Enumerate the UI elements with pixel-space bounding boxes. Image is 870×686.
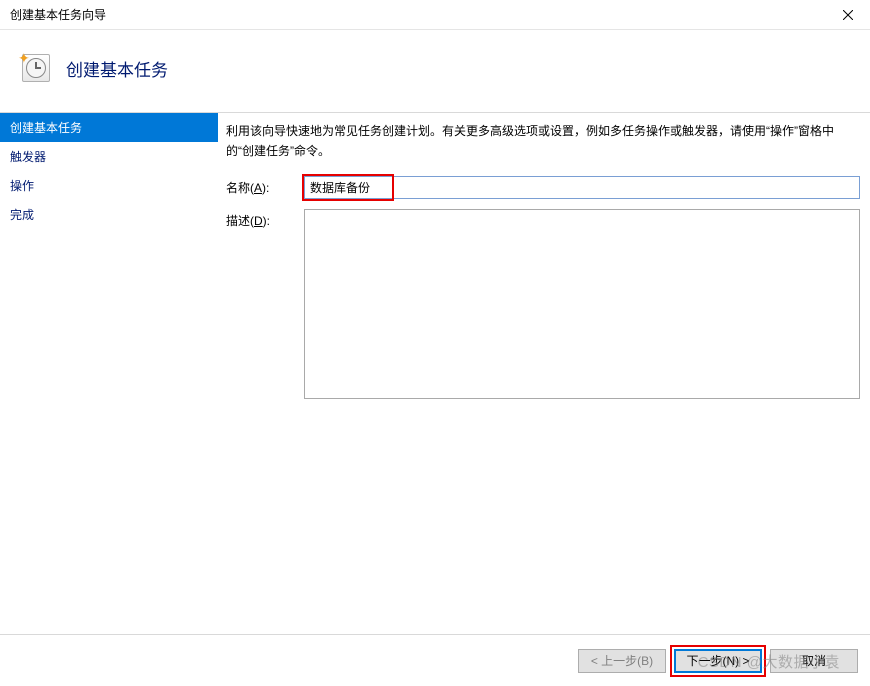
description-label: 描述(D): <box>226 209 304 229</box>
name-input[interactable] <box>304 176 860 199</box>
page-title: 创建基本任务 <box>66 56 168 81</box>
next-button[interactable]: 下一步(N) > <box>674 649 762 673</box>
sidebar-item-label: 操作 <box>10 179 34 193</box>
description-row: 描述(D): <box>226 209 860 399</box>
sidebar-item-label: 触发器 <box>10 150 46 164</box>
wizard-footer: < 上一步(B) 下一步(N) > 取消 <box>0 634 870 686</box>
wizard-steps-sidebar: 创建基本任务 触发器 操作 完成 <box>0 113 218 603</box>
wizard-body: 创建基本任务 触发器 操作 完成 利用该向导快速地为常见任务创建计划。有关更多高… <box>0 113 870 603</box>
sidebar-item-trigger[interactable]: 触发器 <box>0 142 218 171</box>
sidebar-item-label: 完成 <box>10 208 34 222</box>
name-label: 名称(A): <box>226 176 304 196</box>
intro-text: 利用该向导快速地为常见任务创建计划。有关更多高级选项或设置，例如多任务操作或触发… <box>226 121 860 162</box>
sidebar-item-label: 创建基本任务 <box>10 121 82 135</box>
sidebar-item-action[interactable]: 操作 <box>0 171 218 200</box>
sidebar-item-create-basic-task[interactable]: 创建基本任务 <box>0 113 218 142</box>
wizard-header: ✦ 创建基本任务 <box>0 30 870 113</box>
wizard-content: 利用该向导快速地为常见任务创建计划。有关更多高级选项或设置，例如多任务操作或触发… <box>218 113 870 603</box>
window-title: 创建基本任务向导 <box>10 6 106 23</box>
back-button: < 上一步(B) <box>578 649 666 673</box>
description-textarea[interactable] <box>304 209 860 399</box>
task-clock-icon: ✦ <box>20 52 52 84</box>
close-icon <box>843 10 853 20</box>
close-button[interactable] <box>825 0 870 30</box>
titlebar: 创建基本任务向导 <box>0 0 870 30</box>
sidebar-item-finish[interactable]: 完成 <box>0 200 218 229</box>
cancel-button[interactable]: 取消 <box>770 649 858 673</box>
name-row: 名称(A): <box>226 176 860 199</box>
